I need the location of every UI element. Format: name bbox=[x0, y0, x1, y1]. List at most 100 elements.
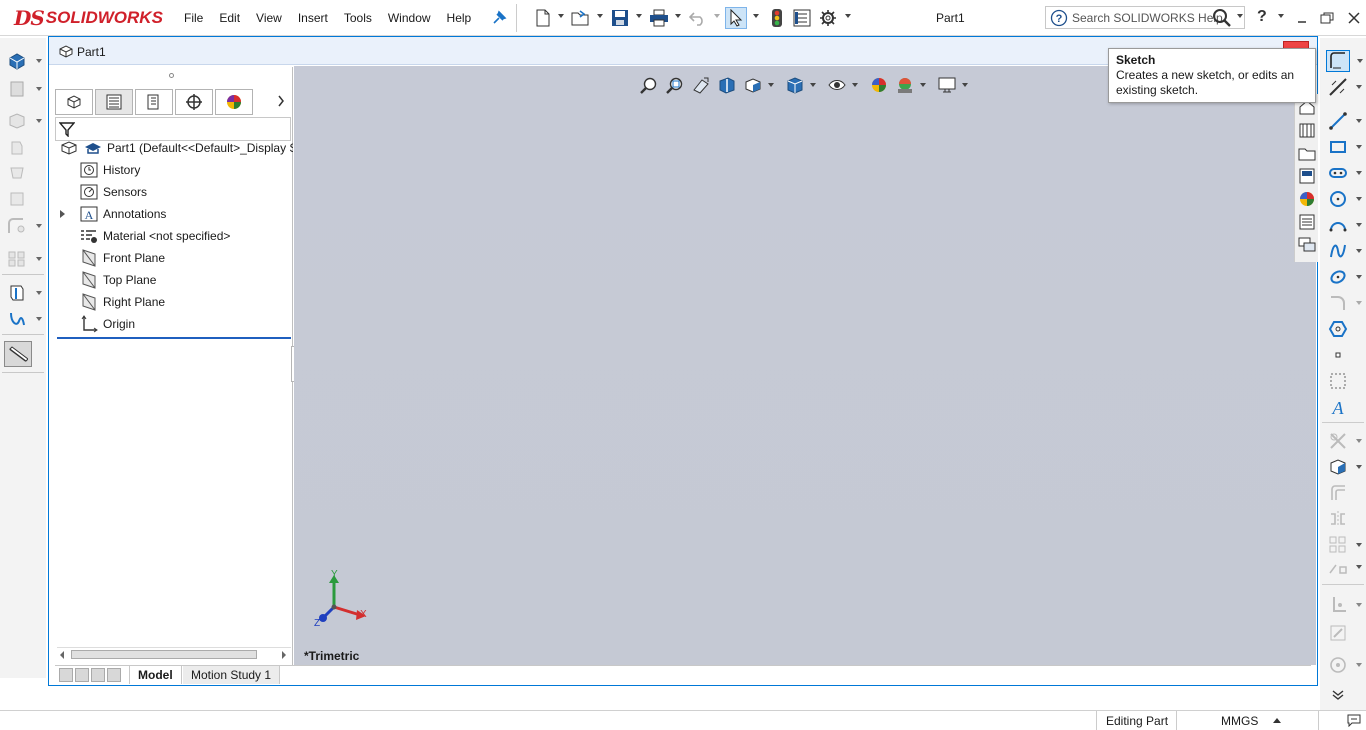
select-arrow-icon[interactable] bbox=[725, 7, 747, 29]
scroll-right-icon[interactable] bbox=[281, 651, 287, 659]
edit-appearance-icon[interactable] bbox=[866, 74, 892, 96]
circle-dropdown-icon[interactable] bbox=[1356, 197, 1362, 201]
tab-dimxpert-manager[interactable] bbox=[175, 89, 213, 115]
tab-motion-study-1[interactable]: Motion Study 1 bbox=[183, 666, 281, 684]
units-selector[interactable]: MMGS bbox=[1221, 714, 1258, 728]
print-dropdown-icon[interactable] bbox=[675, 14, 681, 18]
tab-feature-manager[interactable] bbox=[55, 89, 93, 115]
tab-model[interactable]: Model bbox=[129, 666, 182, 684]
slot-tool-icon[interactable] bbox=[1326, 162, 1350, 184]
scroll-left-icon[interactable] bbox=[59, 651, 65, 659]
close-icon[interactable] bbox=[1343, 7, 1365, 29]
tree-horizontal-scrollbar[interactable] bbox=[57, 647, 291, 661]
menu-view[interactable]: View bbox=[248, 11, 290, 25]
zoom-to-fit-icon[interactable] bbox=[636, 74, 662, 96]
display-style-icon[interactable] bbox=[782, 74, 808, 96]
sketch-icon[interactable] bbox=[1326, 50, 1350, 72]
tab-display-manager[interactable] bbox=[215, 89, 253, 115]
display-style-dropdown-icon[interactable] bbox=[810, 83, 816, 87]
solidworks-forum-icon[interactable] bbox=[1298, 236, 1316, 257]
revolved-dropdown-icon[interactable] bbox=[36, 87, 42, 91]
menu-help[interactable]: Help bbox=[439, 11, 480, 25]
rectangle-dropdown-icon[interactable] bbox=[1356, 145, 1362, 149]
fillet-icon[interactable] bbox=[5, 215, 29, 237]
view-orientation-icon[interactable] bbox=[740, 74, 766, 96]
pin-icon[interactable] bbox=[488, 7, 510, 29]
point-tool-icon[interactable] bbox=[1326, 344, 1350, 366]
open-dropdown-icon[interactable] bbox=[597, 14, 603, 18]
fillet-sketch-dropdown-icon[interactable] bbox=[1356, 301, 1362, 305]
open-folder-icon[interactable] bbox=[570, 7, 592, 29]
custom-properties-icon[interactable] bbox=[1298, 213, 1316, 234]
view-palette-icon[interactable] bbox=[1298, 167, 1316, 188]
dimension-dropdown-icon[interactable] bbox=[1356, 85, 1362, 89]
file-explorer-icon[interactable] bbox=[1298, 144, 1316, 165]
hide-show-dropdown-icon[interactable] bbox=[852, 83, 858, 87]
repair-sketch-icon[interactable] bbox=[1326, 622, 1350, 644]
curves-dropdown-icon[interactable] bbox=[36, 317, 42, 321]
tab-configuration-manager[interactable] bbox=[135, 89, 173, 115]
rectangle-tool-icon[interactable] bbox=[1326, 136, 1350, 158]
snaps-dropdown-icon[interactable] bbox=[1356, 663, 1362, 667]
view-settings-dropdown-icon[interactable] bbox=[962, 83, 968, 87]
save-dropdown-icon[interactable] bbox=[636, 14, 642, 18]
offset-entities-icon[interactable] bbox=[1326, 482, 1350, 504]
last-tab-button[interactable] bbox=[107, 668, 121, 682]
instant3d-icon[interactable] bbox=[4, 341, 32, 367]
move-entities-icon[interactable] bbox=[1326, 558, 1350, 580]
tree-item-front-plane[interactable]: Front Plane bbox=[79, 247, 165, 269]
file-properties-icon[interactable] bbox=[791, 7, 813, 29]
tree-item-history[interactable]: History bbox=[79, 159, 140, 181]
lofted-cut-icon[interactable] bbox=[5, 162, 29, 184]
quick-snaps-icon[interactable] bbox=[1326, 654, 1350, 676]
restore-icon[interactable] bbox=[1316, 7, 1338, 29]
smart-dimension-icon[interactable] bbox=[1326, 76, 1350, 98]
sketch-dropdown-icon[interactable] bbox=[1357, 59, 1363, 63]
ellipse-dropdown-icon[interactable] bbox=[1356, 275, 1362, 279]
options-dropdown-icon[interactable] bbox=[845, 14, 851, 18]
pattern-dropdown-icon[interactable] bbox=[36, 257, 42, 261]
new-dropdown-icon[interactable] bbox=[558, 14, 564, 18]
swept-cut-icon[interactable] bbox=[5, 137, 29, 159]
move-dropdown-icon[interactable] bbox=[1356, 565, 1362, 569]
cut-dropdown-icon[interactable] bbox=[36, 119, 42, 123]
undo-icon[interactable] bbox=[687, 7, 709, 29]
circle-tool-icon[interactable] bbox=[1326, 188, 1350, 210]
arc-dropdown-icon[interactable] bbox=[1356, 223, 1362, 227]
relations-dropdown-icon[interactable] bbox=[1356, 603, 1362, 607]
panel-tabs-more-icon[interactable] bbox=[277, 95, 285, 110]
menu-tools[interactable]: Tools bbox=[336, 11, 380, 25]
menu-insert[interactable]: Insert bbox=[290, 11, 336, 25]
section-view-icon[interactable] bbox=[714, 74, 740, 96]
boss-dropdown-icon[interactable] bbox=[36, 59, 42, 63]
trim-dropdown-icon[interactable] bbox=[1356, 439, 1362, 443]
new-document-icon[interactable] bbox=[532, 7, 554, 29]
pattern-sketch-dropdown-icon[interactable] bbox=[1356, 543, 1362, 547]
tree-item-right-plane[interactable]: Right Plane bbox=[79, 291, 165, 313]
ellipse-tool-icon[interactable] bbox=[1326, 266, 1350, 288]
options-gear-icon[interactable] bbox=[817, 7, 839, 29]
line-tool-icon[interactable] bbox=[1326, 110, 1350, 132]
mirror-entities-icon[interactable] bbox=[1326, 508, 1350, 530]
print-icon[interactable] bbox=[648, 7, 670, 29]
tab-property-manager[interactable] bbox=[95, 89, 133, 115]
convert-entities-icon[interactable] bbox=[1326, 456, 1350, 478]
tree-root-part[interactable]: Part1 (Default<<Default>_Display S bbox=[59, 137, 293, 159]
linear-sketch-pattern-icon[interactable] bbox=[1326, 534, 1350, 556]
search-magnifier-icon[interactable] bbox=[1211, 7, 1233, 29]
trim-entities-icon[interactable] bbox=[1326, 430, 1350, 452]
expand-arrow-icon[interactable] bbox=[59, 209, 67, 219]
appearances-scenes-icon[interactable] bbox=[1298, 190, 1316, 211]
spline-dropdown-icon[interactable] bbox=[1356, 249, 1362, 253]
first-tab-button[interactable] bbox=[59, 668, 73, 682]
minimize-icon[interactable] bbox=[1291, 7, 1313, 29]
reference-geometry-icon[interactable] bbox=[5, 282, 29, 304]
hide-show-items-icon[interactable] bbox=[824, 74, 850, 96]
select-dropdown-icon[interactable] bbox=[753, 14, 759, 18]
convert-dropdown-icon[interactable] bbox=[1356, 465, 1362, 469]
display-delete-relations-icon[interactable] bbox=[1326, 594, 1350, 616]
spline-tool-icon[interactable] bbox=[1326, 240, 1350, 262]
panel-handle[interactable] bbox=[169, 73, 174, 78]
graphics-area[interactable]: Y X Z *Trimetric bbox=[294, 66, 1316, 665]
extruded-cut-icon[interactable] bbox=[5, 110, 29, 132]
